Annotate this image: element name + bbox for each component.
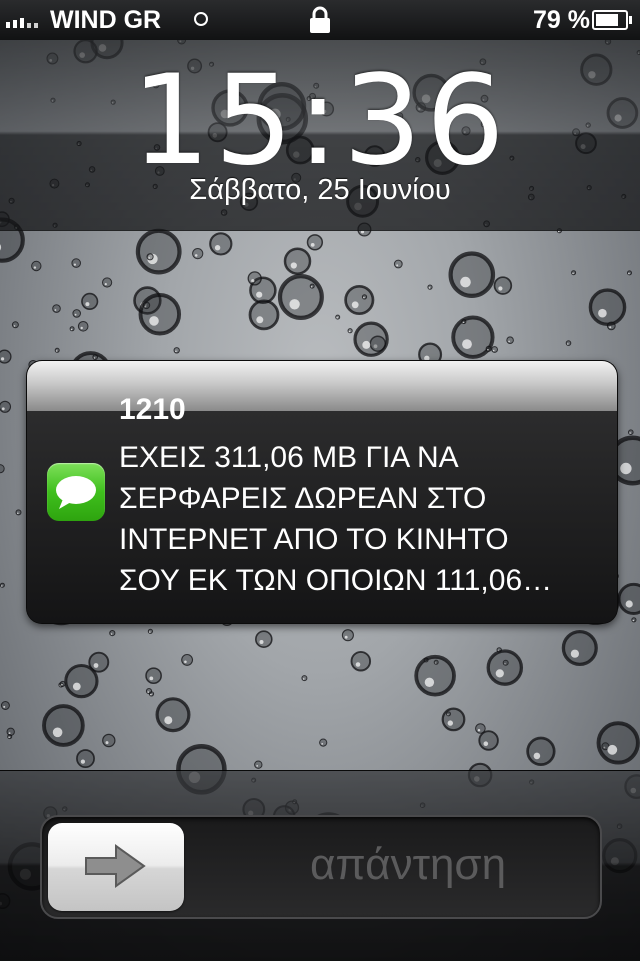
notification-sender: 1210 bbox=[119, 393, 186, 426]
status-bar: WIND GR 79 % bbox=[0, 0, 640, 40]
notification-message: ΕΧΕΙΣ 311,06 MB ΓΙΑ ΝΑ ΣΕΡΦΑΡΕΙΣ ΔΩΡΕΑΝ … bbox=[119, 441, 553, 597]
wifi-icon bbox=[194, 12, 208, 26]
unlock-slider[interactable]: απάντηση bbox=[40, 815, 602, 919]
slider-label: απάντηση bbox=[309, 840, 507, 889]
sms-notification[interactable]: 1210 ΕΧΕΙΣ 311,06 MB ΓΙΑ ΝΑ ΣΕΡΦΑΡΕΙΣ ΔΩ… bbox=[26, 360, 618, 624]
battery-percentage: 79 % bbox=[533, 6, 590, 34]
arrow-right-icon bbox=[85, 844, 146, 888]
clock-date: Σάββατο, 25 Ιουνίου bbox=[189, 174, 451, 206]
carrier-name: WIND GR bbox=[50, 6, 162, 34]
battery-icon bbox=[592, 10, 632, 30]
clock-time: 15:36 bbox=[131, 49, 509, 193]
messages-icon bbox=[47, 463, 105, 521]
slider-knob[interactable] bbox=[48, 823, 184, 911]
clock-panel: 15:36 Σάββατο, 25 Ιουνίου bbox=[0, 40, 640, 231]
lock-icon bbox=[310, 6, 330, 33]
unlock-bar: απάντηση bbox=[0, 770, 640, 961]
